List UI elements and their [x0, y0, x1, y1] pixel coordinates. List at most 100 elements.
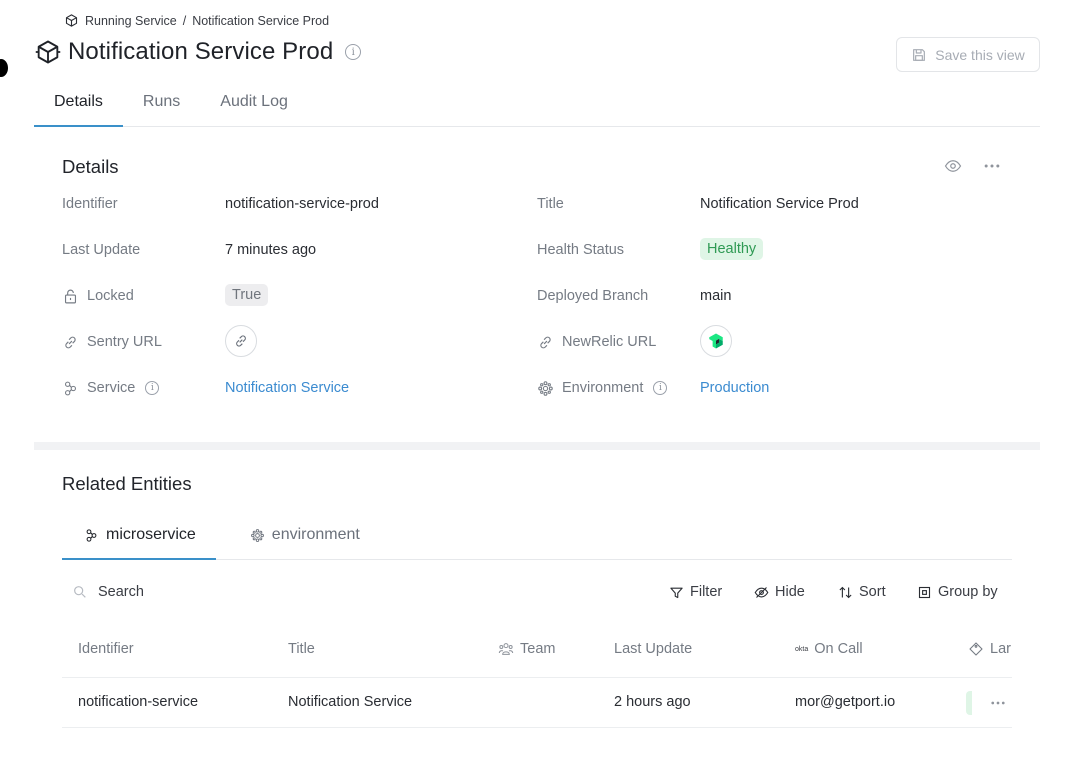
prop-label: NewRelic URL — [562, 334, 657, 350]
title-value: Notification Service Prod — [700, 196, 859, 212]
table-header-divider — [62, 677, 1012, 678]
identifier-value: notification-service-prod — [225, 196, 379, 212]
prop-label-wrap: Environment i — [537, 380, 668, 397]
row-on-call: mor@getport.io — [795, 694, 896, 710]
prop-last-update: Last Update — [62, 238, 140, 262]
search-input[interactable]: Search — [72, 584, 144, 600]
prop-label: Last Update — [62, 242, 141, 258]
locked-value-wrap: True — [225, 284, 269, 306]
last-update-value: 7 minutes ago — [225, 242, 317, 258]
lock-icon — [64, 289, 77, 303]
group-by-icon — [918, 586, 931, 598]
prop-environment: Environment i — [537, 376, 668, 400]
sort-button[interactable]: Sort — [838, 584, 886, 600]
row-identifier-link[interactable]: notification-service — [78, 694, 198, 710]
prop-label: Sentry URL — [87, 334, 162, 350]
hide-label: Hide — [775, 584, 805, 600]
prop-title: Title — [537, 192, 564, 216]
prop-label: Locked — [87, 288, 134, 304]
sentry-url-button[interactable] — [225, 325, 257, 357]
breadcrumb-parent[interactable]: Running Service — [85, 14, 177, 28]
tab-audit-log[interactable]: Audit Log — [200, 86, 308, 126]
more-icon[interactable] — [982, 156, 1002, 176]
prop-newrelic-url: NewRelic URL — [537, 330, 656, 354]
microservice-icon — [65, 381, 76, 395]
tab-environment[interactable]: environment — [216, 519, 380, 559]
tab-label: environment — [271, 526, 360, 543]
environment-icon — [538, 380, 553, 396]
search-placeholder: Search — [98, 584, 144, 600]
team-icon — [498, 643, 514, 655]
info-icon[interactable]: i — [345, 44, 362, 60]
prop-label-wrap: NewRelic URL — [537, 334, 656, 351]
tab-label: microservice — [106, 526, 196, 543]
save-view-label: Save this view — [935, 46, 1025, 63]
health-status-badge: Healthy — [700, 238, 764, 260]
column-label: Team — [520, 641, 556, 657]
prop-label-wrap: Sentry URL — [62, 334, 162, 351]
save-view-button[interactable]: Save this view — [896, 37, 1040, 72]
microservice-icon — [86, 528, 97, 542]
okta-logo: okta — [795, 645, 809, 653]
column-header-team[interactable]: Team — [498, 641, 555, 657]
tag-icon — [969, 642, 983, 656]
prop-label: Service — [87, 380, 136, 396]
page-header: Notification Service Prod i — [34, 38, 362, 66]
search-icon — [74, 586, 86, 598]
environment-link[interactable]: Production — [700, 380, 769, 396]
deployed-branch-value: main — [700, 288, 732, 304]
group-by-label: Group by — [938, 584, 998, 600]
breadcrumb-current: Notification Service Prod — [192, 13, 330, 28]
filter-button[interactable]: Filter — [669, 584, 722, 600]
prop-locked: Locked — [62, 284, 134, 308]
page-tabs: Details Runs Audit Log — [34, 86, 1040, 127]
sort-icon — [839, 586, 852, 598]
info-icon[interactable]: i — [145, 381, 160, 395]
page-edge-dot — [0, 59, 8, 77]
service-link[interactable]: Notification Service — [225, 380, 349, 396]
save-icon — [913, 48, 926, 61]
details-actions — [944, 156, 1002, 176]
tab-runs[interactable]: Runs — [123, 86, 200, 126]
prop-label-wrap: Locked — [62, 288, 134, 305]
link-icon — [236, 335, 246, 347]
row-last-update: 2 hours ago — [614, 694, 691, 710]
group-by-button[interactable]: Group by — [917, 584, 998, 600]
prop-service: Service i — [62, 376, 160, 400]
column-header-identifier[interactable]: Identifier — [78, 641, 134, 657]
breadcrumb: Running Service / Notification Service P… — [64, 13, 329, 28]
related-entities-title: Related Entities — [62, 473, 192, 494]
link-icon — [540, 336, 551, 348]
prop-label: Title — [537, 196, 564, 212]
newrelic-logo-icon — [709, 333, 723, 349]
prop-health-status: Health Status — [537, 238, 624, 262]
column-header-language[interactable]: Lar — [968, 641, 1012, 657]
prop-identifier: Identifier — [62, 192, 118, 216]
tab-details[interactable]: Details — [34, 86, 123, 127]
details-section-title: Details — [62, 156, 119, 177]
tab-microservice[interactable]: microservice — [62, 519, 216, 560]
hide-button[interactable]: Hide — [754, 584, 805, 600]
filter-label: Filter — [690, 584, 723, 600]
row-title-link[interactable]: Notification Service — [288, 694, 412, 710]
health-status-wrap: Healthy — [700, 238, 764, 260]
related-tabs: microservice environment — [62, 519, 1012, 560]
column-label: On Call — [814, 641, 863, 657]
cube-icon — [35, 40, 61, 64]
prop-label: Identifier — [62, 196, 118, 212]
info-icon[interactable]: i — [653, 381, 668, 395]
eye-off-icon — [754, 586, 769, 598]
row-more-icon[interactable] — [988, 694, 1008, 712]
newrelic-url-button[interactable] — [700, 325, 732, 357]
page-title: Notification Service Prod — [68, 38, 334, 65]
section-divider — [34, 442, 1040, 450]
prop-label: Environment — [562, 380, 644, 396]
column-header-title[interactable]: Title — [288, 641, 315, 657]
eye-icon[interactable] — [944, 157, 962, 175]
prop-deployed-branch: Deployed Branch — [537, 284, 648, 308]
table-row-divider — [62, 727, 1012, 728]
link-icon — [65, 336, 76, 348]
column-header-on-call[interactable]: okta On Call — [795, 641, 863, 657]
column-header-last-update[interactable]: Last Update — [614, 641, 692, 657]
environment-icon — [250, 528, 264, 542]
